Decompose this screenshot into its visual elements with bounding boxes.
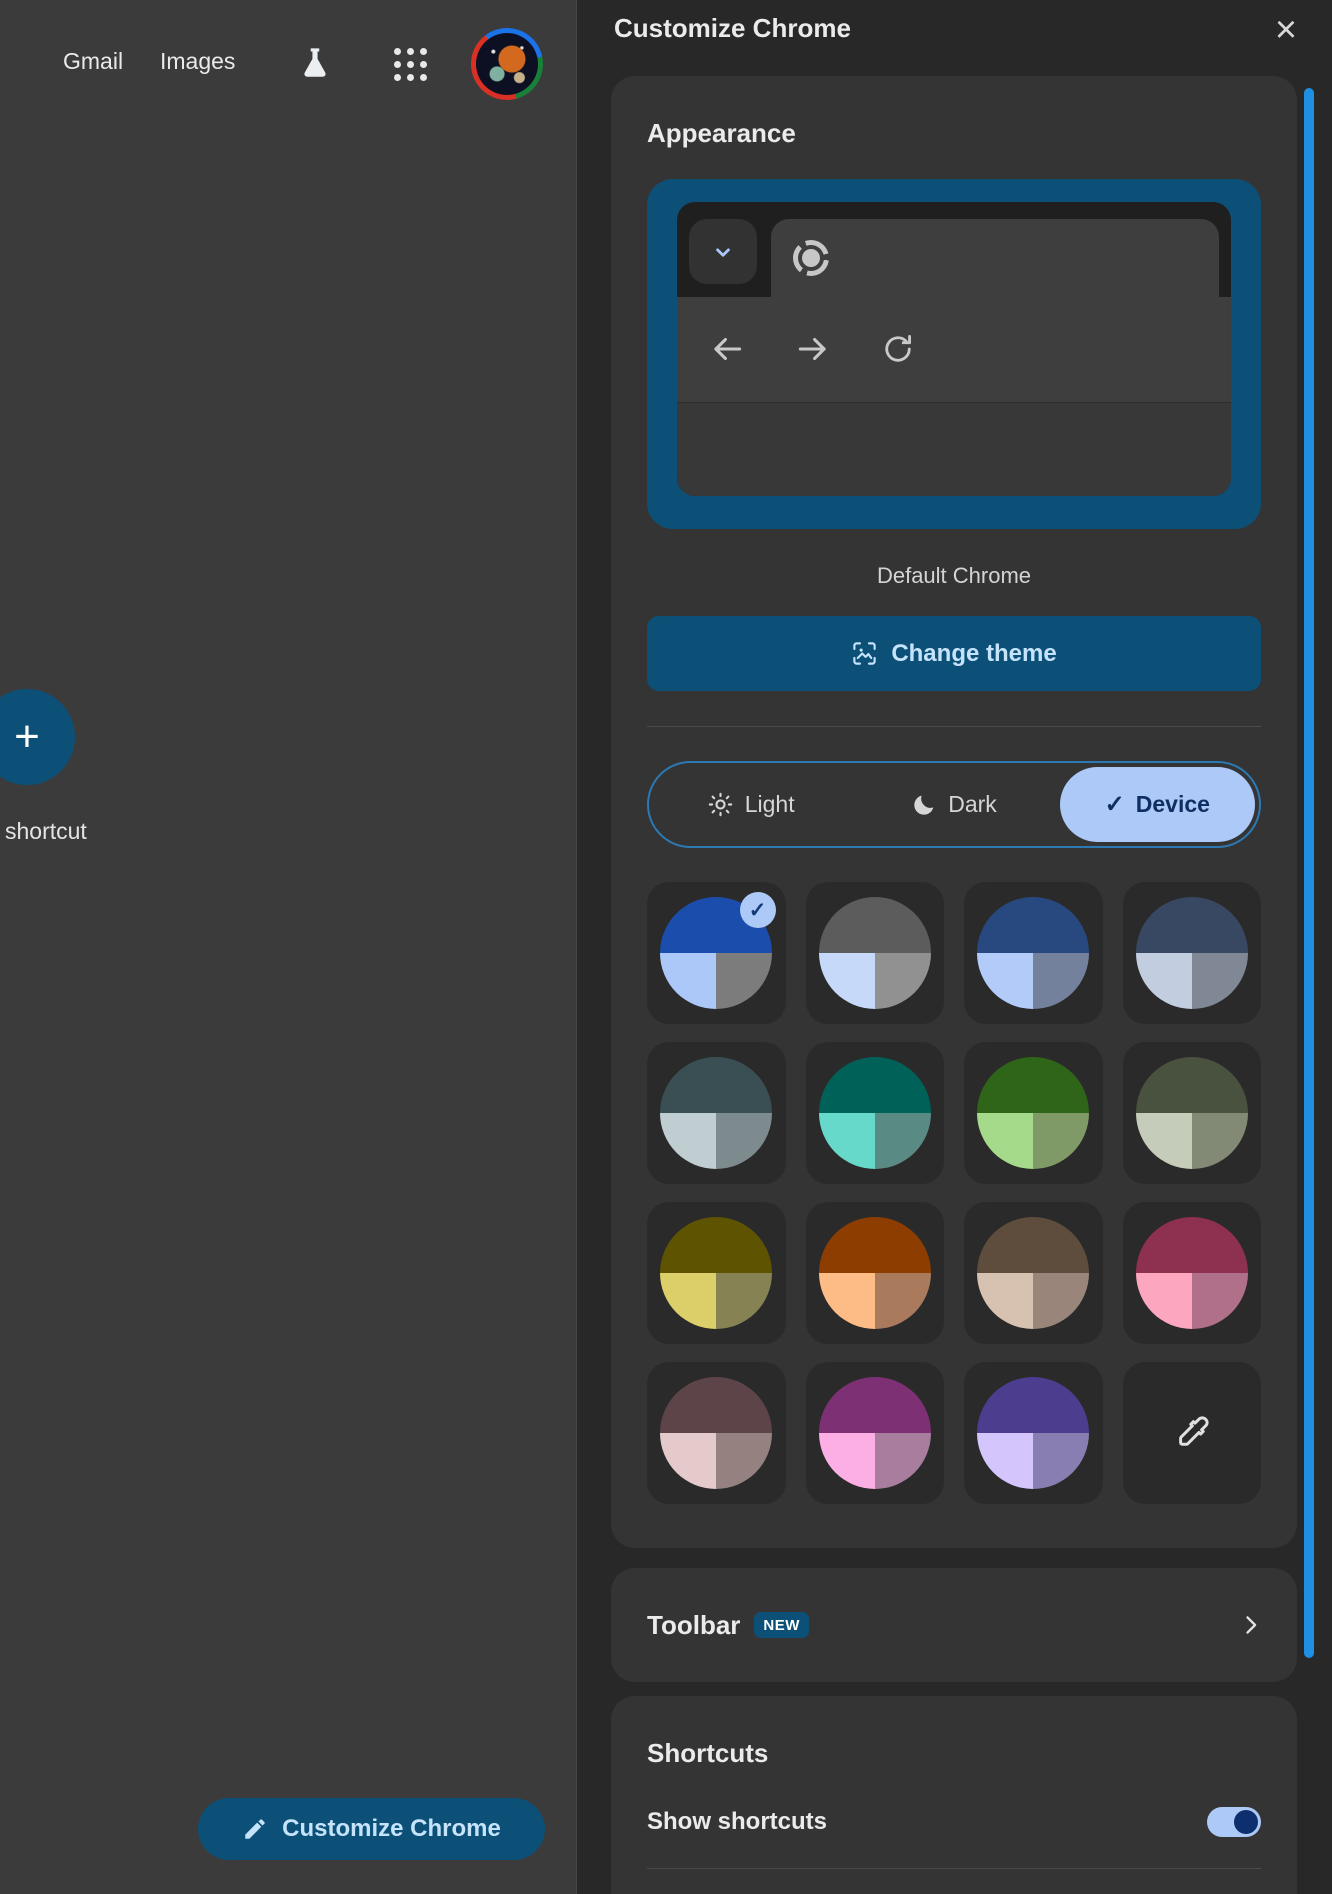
swatch-color-circle (660, 1057, 772, 1169)
customize-chrome-panel: Customize Chrome × Appearance (576, 0, 1332, 1894)
theme-preview-browser (677, 202, 1231, 496)
change-theme-label: Change theme (891, 640, 1056, 668)
theme-swatch-teal-grey[interactable] (647, 1042, 786, 1184)
search-labs-button[interactable] (292, 41, 338, 87)
swatch-color-circle (977, 1057, 1089, 1169)
theme-swatch-mauve[interactable] (647, 1362, 786, 1504)
check-icon: ✓ (1105, 790, 1125, 819)
swatch-color-circle (1136, 1057, 1248, 1169)
new-badge: NEW (754, 1612, 809, 1638)
theme-swatch-blue[interactable]: ✓ (647, 882, 786, 1024)
eyedropper-icon (1171, 1412, 1213, 1454)
mode-option-dark[interactable]: Dark (856, 767, 1051, 842)
color-mode-segmented-control: Light Dark ✓ Device (647, 761, 1261, 848)
back-arrow-icon (706, 328, 748, 370)
panel-title: Customize Chrome (614, 13, 851, 44)
theme-swatch-magenta[interactable] (806, 1362, 945, 1504)
customize-chrome-button-label: Customize Chrome (282, 1815, 501, 1843)
image-icon (851, 640, 878, 667)
mode-option-light[interactable]: Light (653, 767, 848, 842)
current-theme-name: Default Chrome (647, 563, 1261, 589)
mode-option-label: Dark (948, 791, 997, 818)
swatch-color-circle (819, 1057, 931, 1169)
mode-option-device[interactable]: ✓ Device (1060, 767, 1255, 842)
theme-swatch-rose[interactable] (1123, 1202, 1262, 1344)
swatch-color-circle (977, 1217, 1089, 1329)
swatch-color-circle (660, 1377, 772, 1489)
avatar-image (476, 33, 538, 95)
shortcuts-card: Shortcuts Show shortcuts (611, 1696, 1297, 1894)
swatch-color-circle (977, 1377, 1089, 1489)
plus-icon: + (14, 712, 40, 762)
profile-avatar[interactable] (471, 28, 543, 100)
flask-icon (298, 45, 332, 83)
add-shortcut-button[interactable]: + (0, 689, 75, 785)
change-theme-button[interactable]: Change theme (647, 616, 1261, 691)
chrome-logo-icon (793, 240, 829, 276)
panel-scrollbar[interactable] (1304, 88, 1314, 1658)
swatch-color-circle (1136, 897, 1248, 1009)
toolbar-settings-row[interactable]: Toolbar NEW (611, 1568, 1297, 1682)
theme-swatch-orange[interactable] (806, 1202, 945, 1344)
new-tab-page: Gmail Images + shortcut Customize Chrome (0, 0, 576, 1894)
selected-check-badge: ✓ (740, 892, 776, 928)
swatch-color-circle (819, 1377, 931, 1489)
toolbar-row-label: Toolbar (647, 1610, 740, 1641)
chevron-down-icon (710, 239, 736, 265)
google-apps-button[interactable] (387, 41, 433, 87)
reload-icon (877, 328, 919, 370)
toggle-knob (1234, 1810, 1258, 1834)
theme-swatch-taupe[interactable] (964, 1202, 1103, 1344)
shortcuts-heading: Shortcuts (647, 1738, 1261, 1769)
screen: Gmail Images + shortcut Customize Chrome (0, 0, 1332, 1894)
preview-toolbar (677, 297, 1231, 402)
appearance-card: Appearance (611, 76, 1297, 1548)
mode-option-label: Light (745, 791, 795, 818)
close-panel-button[interactable]: × (1264, 8, 1308, 52)
swatch-color-circle (819, 1217, 931, 1329)
show-shortcuts-toggle[interactable] (1207, 1807, 1261, 1837)
add-shortcut-label: shortcut (5, 818, 87, 845)
tab-search-button (689, 219, 757, 284)
divider (647, 726, 1261, 727)
theme-color-grid: ✓ (647, 882, 1261, 1504)
theme-swatch-olive[interactable] (647, 1202, 786, 1344)
theme-swatch-sage[interactable] (1123, 1042, 1262, 1184)
show-shortcuts-row: Show shortcuts (647, 1807, 1261, 1837)
swatch-color-circle (977, 897, 1089, 1009)
theme-swatch-grey[interactable] (806, 882, 945, 1024)
forward-arrow-icon (792, 328, 834, 370)
apps-grid-icon (394, 48, 427, 81)
theme-swatch-green[interactable] (964, 1042, 1103, 1184)
gmail-link[interactable]: Gmail (63, 48, 123, 75)
moon-icon (911, 792, 937, 818)
sun-icon (707, 791, 734, 818)
mode-option-label: Device (1136, 791, 1210, 818)
show-shortcuts-label: Show shortcuts (647, 1808, 827, 1836)
divider (647, 1868, 1261, 1869)
preview-tab (771, 219, 1219, 297)
swatch-color-circle (1136, 1217, 1248, 1329)
theme-swatch-slate[interactable] (1123, 882, 1262, 1024)
chevron-right-icon (1237, 1611, 1265, 1639)
close-icon: × (1275, 9, 1297, 51)
pencil-icon (242, 1816, 268, 1842)
preview-page-content (677, 402, 1231, 496)
theme-swatch-aqua[interactable] (806, 1042, 945, 1184)
theme-swatch-violet[interactable] (964, 1362, 1103, 1504)
custom-color-picker-tile[interactable] (1123, 1362, 1262, 1504)
customize-chrome-button[interactable]: Customize Chrome (198, 1798, 545, 1860)
theme-swatch-cool-blue[interactable] (964, 882, 1103, 1024)
theme-preview[interactable] (647, 179, 1261, 529)
swatch-color-circle (660, 1217, 772, 1329)
appearance-heading: Appearance (647, 118, 1261, 149)
swatch-color-circle (819, 897, 931, 1009)
images-link[interactable]: Images (160, 48, 235, 75)
